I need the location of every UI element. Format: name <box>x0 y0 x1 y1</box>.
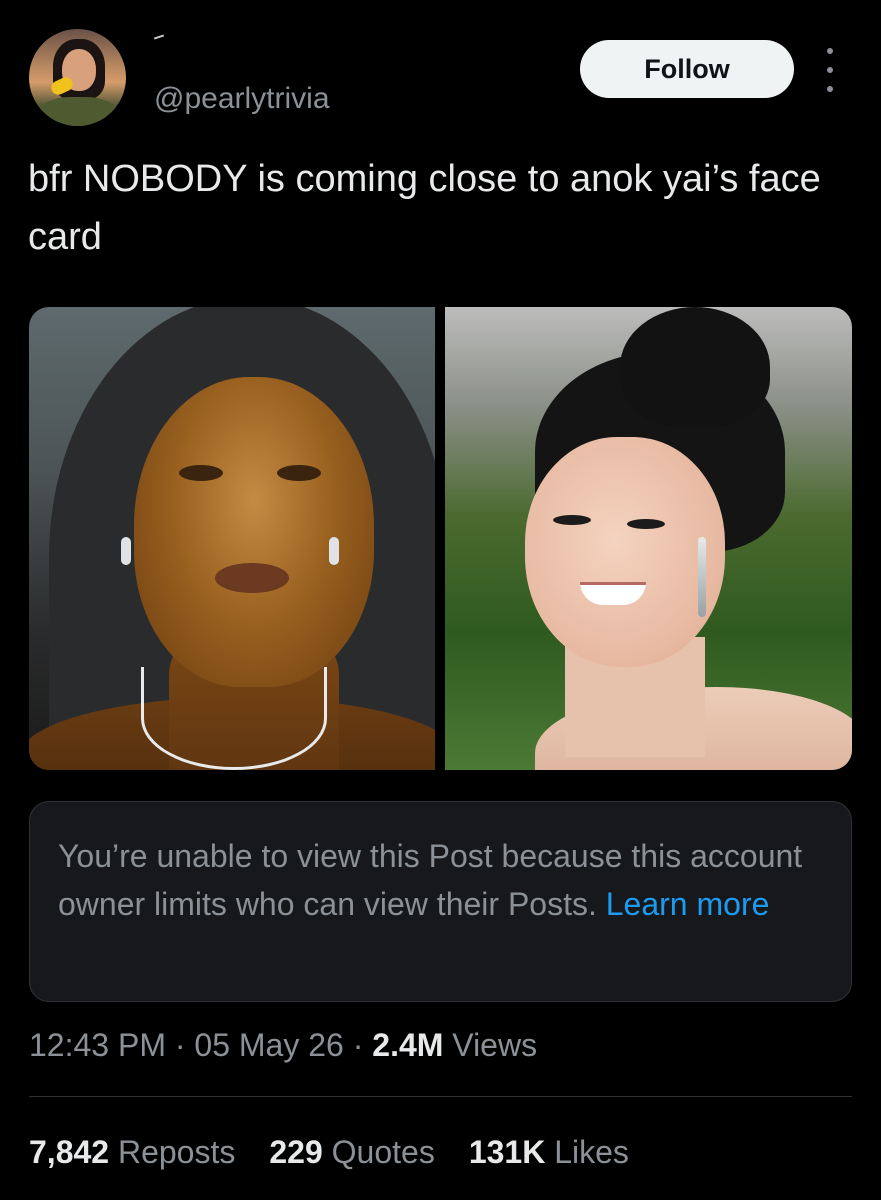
earring <box>329 537 339 565</box>
views-label: Views <box>452 1027 538 1063</box>
reposts-label: Reposts <box>117 1134 236 1170</box>
hair-bun <box>620 307 770 427</box>
learn-more-link[interactable]: Learn more <box>606 886 770 922</box>
follow-button[interactable]: Follow <box>580 40 794 98</box>
post-date[interactable]: 05 May 26 <box>194 1027 343 1063</box>
user-handle[interactable]: @pearlytrivia <box>154 79 330 119</box>
notice-text: You’re unable to view this Post because … <box>58 832 823 928</box>
quotes-count: 229 <box>269 1134 323 1170</box>
photo-gold-portrait[interactable] <box>29 307 435 770</box>
quotes-stat[interactable]: 229 Quotes <box>269 1130 434 1174</box>
earring <box>121 537 131 565</box>
likes-label: Likes <box>554 1134 629 1170</box>
post-meta: 12:43 PM · 05 May 26 · 2.4M Views <box>29 1022 537 1068</box>
lips <box>215 563 289 593</box>
likes-count: 131K <box>468 1134 546 1170</box>
pale-face <box>525 437 725 667</box>
engagement-stats: 7,842 Reposts 229 Quotes 131K Likes <box>29 1130 629 1174</box>
avatar-shirt <box>39 97 117 126</box>
separator: · <box>174 1027 186 1063</box>
restricted-post-notice: You’re unable to view this Post because … <box>29 801 852 1002</box>
media-grid <box>29 307 852 770</box>
right-eye <box>277 465 321 481</box>
tweet-header: @pearlytrivia Follow <box>0 0 881 140</box>
tweet-text: bfr NOBODY is coming close to anok yai’s… <box>28 158 821 258</box>
views-count: 2.4M <box>372 1027 444 1063</box>
divider <box>29 1096 852 1097</box>
necklace <box>141 667 327 770</box>
more-dot <box>827 67 833 73</box>
more-dot <box>827 86 833 92</box>
display-name-mark <box>153 34 165 40</box>
post-time[interactable]: 12:43 PM <box>29 1027 166 1063</box>
more-dot <box>827 48 833 54</box>
avatar[interactable] <box>29 29 126 126</box>
quotes-label: Quotes <box>331 1134 435 1170</box>
reposts-count: 7,842 <box>29 1134 110 1170</box>
drop-earring <box>698 537 706 617</box>
gold-face <box>134 377 374 687</box>
separator: · <box>352 1027 364 1063</box>
reposts-stat[interactable]: 7,842 Reposts <box>29 1130 235 1174</box>
right-eye <box>627 519 665 529</box>
likes-stat[interactable]: 131K Likes <box>469 1130 629 1174</box>
more-options-icon[interactable] <box>818 48 842 92</box>
photo-smiling-portrait[interactable] <box>445 307 852 770</box>
left-eye <box>179 465 223 481</box>
left-eye <box>553 515 591 525</box>
